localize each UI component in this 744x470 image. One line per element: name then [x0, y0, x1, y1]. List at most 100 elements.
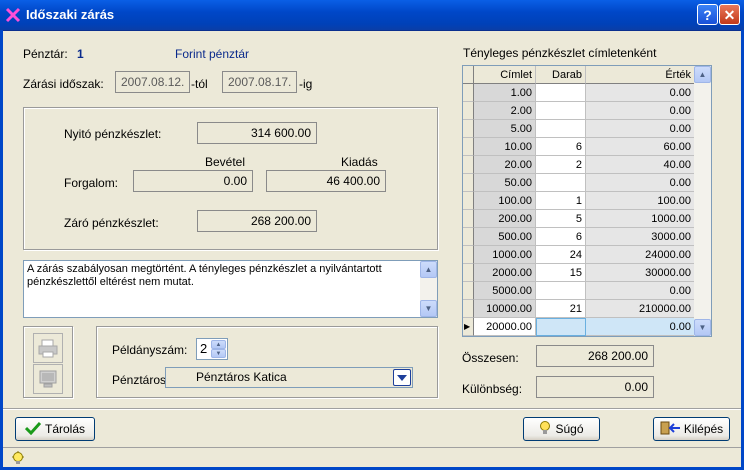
- row-indicator[interactable]: [463, 156, 474, 174]
- ertek-cell[interactable]: 0.00: [586, 282, 695, 300]
- row-indicator[interactable]: [463, 102, 474, 120]
- table-row[interactable]: 200.00 5 1000.00: [463, 210, 695, 228]
- darab-cell[interactable]: [536, 174, 586, 192]
- scroll-up-icon[interactable]: ▲: [694, 66, 711, 83]
- row-indicator[interactable]: [463, 192, 474, 210]
- darab-cell[interactable]: 21: [536, 300, 586, 318]
- darab-cell[interactable]: 24: [536, 246, 586, 264]
- scroll-down-icon[interactable]: ▼: [694, 319, 711, 336]
- cimlet-cell[interactable]: 2.00: [474, 102, 536, 120]
- darab-cell[interactable]: [536, 318, 586, 336]
- ertek-cell[interactable]: 1000.00: [586, 210, 695, 228]
- save-button[interactable]: Tárolás: [15, 417, 95, 441]
- ertek-cell[interactable]: 30000.00: [586, 264, 695, 282]
- darab-cell[interactable]: 2: [536, 156, 586, 174]
- row-indicator[interactable]: [463, 120, 474, 138]
- cimlet-cell[interactable]: 5.00: [474, 120, 536, 138]
- memo-scrollbar[interactable]: ▲ ▼: [420, 261, 437, 317]
- table-row[interactable]: 10000.00 21 210000.00: [463, 300, 695, 318]
- table-row[interactable]: 10.00 6 60.00: [463, 138, 695, 156]
- ertek-cell[interactable]: 0.00: [586, 84, 695, 102]
- darab-cell[interactable]: 6: [536, 228, 586, 246]
- column-header-ertek[interactable]: Érték: [586, 66, 695, 84]
- ertek-cell[interactable]: 210000.00: [586, 300, 695, 318]
- cimlet-cell[interactable]: 5000.00: [474, 282, 536, 300]
- row-indicator[interactable]: [463, 174, 474, 192]
- table-row[interactable]: 50.00 0.00: [463, 174, 695, 192]
- row-indicator[interactable]: [463, 264, 474, 282]
- ertek-cell[interactable]: 40.00: [586, 156, 695, 174]
- cimlet-cell[interactable]: 2000.00: [474, 264, 536, 282]
- row-indicator[interactable]: [463, 246, 474, 264]
- ertek-cell[interactable]: 100.00: [586, 192, 695, 210]
- penztaros-select[interactable]: Pénztáros Katica: [165, 367, 413, 388]
- bottom-divider: [3, 408, 741, 410]
- darab-cell[interactable]: 6: [536, 138, 586, 156]
- penztaros-value: Pénztáros Katica: [196, 370, 287, 384]
- table-row[interactable]: 500.00 6 3000.00: [463, 228, 695, 246]
- title-help-button[interactable]: ?: [697, 4, 718, 25]
- grid-scrollbar[interactable]: ▲ ▼: [694, 66, 711, 336]
- cimlet-cell[interactable]: 50.00: [474, 174, 536, 192]
- table-row[interactable]: 1.00 0.00: [463, 84, 695, 102]
- ertek-cell[interactable]: 60.00: [586, 138, 695, 156]
- cimlet-cell[interactable]: 10000.00: [474, 300, 536, 318]
- dropdown-button[interactable]: [393, 369, 411, 386]
- ertek-cell[interactable]: 0.00: [586, 174, 695, 192]
- cimlet-cell[interactable]: 200.00: [474, 210, 536, 228]
- cimlet-cell[interactable]: 500.00: [474, 228, 536, 246]
- column-header-cimlet[interactable]: Címlet: [474, 66, 536, 84]
- cimlet-cell[interactable]: 100.00: [474, 192, 536, 210]
- exit-button[interactable]: Kilépés: [653, 417, 730, 441]
- kulonbseg-field: 0.00: [536, 376, 654, 398]
- column-header-darab[interactable]: Darab: [536, 66, 586, 84]
- peldany-spinner[interactable]: 2 ▲ ▼: [196, 338, 228, 360]
- spin-down-icon[interactable]: ▼: [211, 349, 226, 358]
- cimlet-cell[interactable]: 20.00: [474, 156, 536, 174]
- scroll-down-icon[interactable]: ▼: [420, 300, 437, 317]
- darab-cell[interactable]: 5: [536, 210, 586, 228]
- title-bar[interactable]: Időszaki zárás ? ✕: [0, 0, 744, 31]
- exit-button-label: Kilépés: [683, 422, 724, 436]
- row-pointer-icon[interactable]: ▶: [463, 318, 474, 336]
- ertek-cell[interactable]: 3000.00: [586, 228, 695, 246]
- darab-cell[interactable]: [536, 102, 586, 120]
- cimlet-cell[interactable]: 1.00: [474, 84, 536, 102]
- table-row[interactable]: 2000.00 15 30000.00: [463, 264, 695, 282]
- preview-button[interactable]: [33, 364, 63, 394]
- title-close-button[interactable]: ✕: [719, 4, 740, 25]
- row-indicator[interactable]: [463, 228, 474, 246]
- table-row[interactable]: 1000.00 24 24000.00: [463, 246, 695, 264]
- table-row[interactable]: 100.00 1 100.00: [463, 192, 695, 210]
- row-indicator[interactable]: [463, 282, 474, 300]
- row-indicator[interactable]: [463, 138, 474, 156]
- ertek-cell[interactable]: 0.00: [586, 120, 695, 138]
- darab-cell[interactable]: [536, 282, 586, 300]
- kiadas-field: 46 400.00: [266, 170, 386, 192]
- darab-cell[interactable]: [536, 120, 586, 138]
- row-indicator[interactable]: [463, 300, 474, 318]
- table-row[interactable]: 2.00 0.00: [463, 102, 695, 120]
- spin-up-icon[interactable]: ▲: [211, 340, 226, 349]
- scroll-up-icon[interactable]: ▲: [420, 261, 437, 278]
- print-button[interactable]: [33, 333, 63, 363]
- kulonbseg-label: Különbség:: [462, 382, 523, 396]
- table-row[interactable]: 5000.00 0.00: [463, 282, 695, 300]
- table-row[interactable]: 5.00 0.00: [463, 120, 695, 138]
- cimlet-cell[interactable]: 1000.00: [474, 246, 536, 264]
- row-indicator[interactable]: [463, 84, 474, 102]
- darab-cell[interactable]: 15: [536, 264, 586, 282]
- cimlet-cell[interactable]: 10.00: [474, 138, 536, 156]
- table-row[interactable]: ▶ 20000.00 0.00: [463, 318, 695, 336]
- ertek-cell[interactable]: 24000.00: [586, 246, 695, 264]
- help-button[interactable]: Súgó: [523, 417, 600, 441]
- darab-cell[interactable]: 1: [536, 192, 586, 210]
- cimlet-cell[interactable]: 20000.00: [474, 318, 536, 336]
- cimlet-grid[interactable]: Címlet Darab Érték 1.00 0.00 2.00 0.00 5.00 0…: [462, 65, 712, 337]
- ertek-cell[interactable]: 0.00: [586, 102, 695, 120]
- row-indicator[interactable]: [463, 210, 474, 228]
- ertek-cell[interactable]: 0.00: [586, 318, 695, 336]
- table-row[interactable]: 20.00 2 40.00: [463, 156, 695, 174]
- memo-textarea[interactable]: A zárás szabályosan megtörtént. A tényle…: [23, 260, 438, 318]
- darab-cell[interactable]: [536, 84, 586, 102]
